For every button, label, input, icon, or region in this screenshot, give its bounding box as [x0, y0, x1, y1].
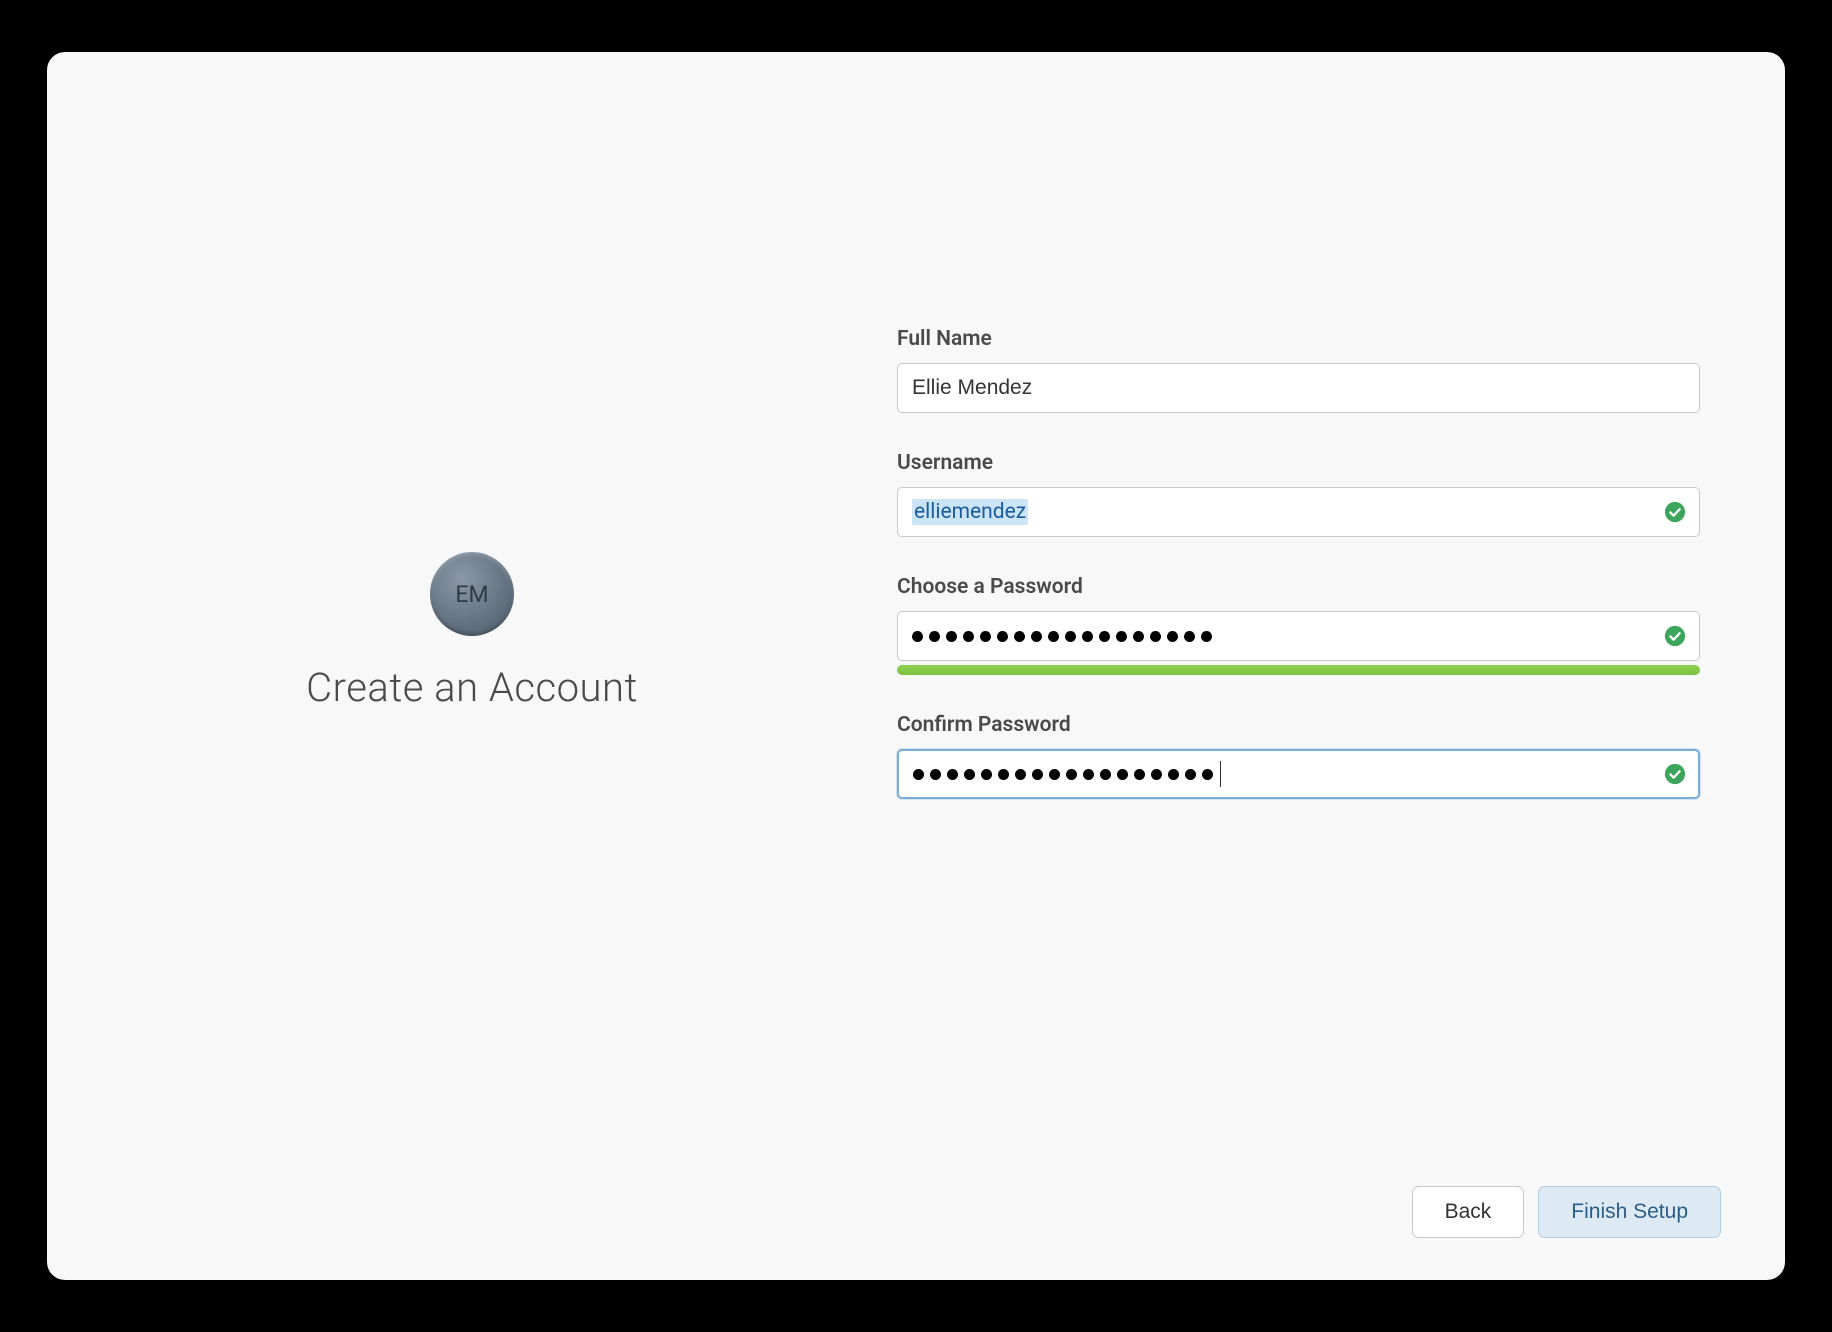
page-title: Create an Account: [306, 664, 638, 711]
check-circle-icon: [1664, 625, 1686, 647]
password-input-wrapper: [897, 611, 1700, 661]
form-panel: Full Name Username elliemendez Choo: [897, 52, 1785, 1280]
confirm-password-label: Confirm Password: [897, 713, 1700, 737]
check-circle-icon: [1664, 763, 1686, 785]
left-panel: EM Create an Account: [47, 52, 897, 1280]
username-input[interactable]: elliemendez: [897, 487, 1700, 537]
password-group: Choose a Password: [897, 575, 1700, 675]
password-input[interactable]: [897, 611, 1700, 661]
confirm-password-input-wrapper: [897, 749, 1700, 799]
username-label: Username: [897, 451, 1700, 475]
username-value: elliemendez: [912, 499, 1028, 525]
password-strength-bar: [897, 665, 1700, 675]
full-name-input[interactable]: [897, 363, 1700, 413]
setup-window: EM Create an Account Full Name Username …: [47, 52, 1785, 1280]
username-input-wrapper: elliemendez: [897, 487, 1700, 537]
avatar-initials: EM: [455, 581, 488, 608]
check-circle-icon: [1664, 501, 1686, 523]
avatar: EM: [430, 552, 514, 636]
full-name-label: Full Name: [897, 327, 1700, 351]
button-row: Back Finish Setup: [1412, 1186, 1721, 1238]
full-name-input-wrapper: [897, 363, 1700, 413]
confirm-password-input[interactable]: [897, 749, 1700, 799]
confirm-password-group: Confirm Password: [897, 713, 1700, 799]
username-group: Username elliemendez: [897, 451, 1700, 537]
full-name-group: Full Name: [897, 327, 1700, 413]
password-label: Choose a Password: [897, 575, 1700, 599]
finish-setup-button[interactable]: Finish Setup: [1538, 1186, 1721, 1238]
back-button[interactable]: Back: [1412, 1186, 1525, 1238]
